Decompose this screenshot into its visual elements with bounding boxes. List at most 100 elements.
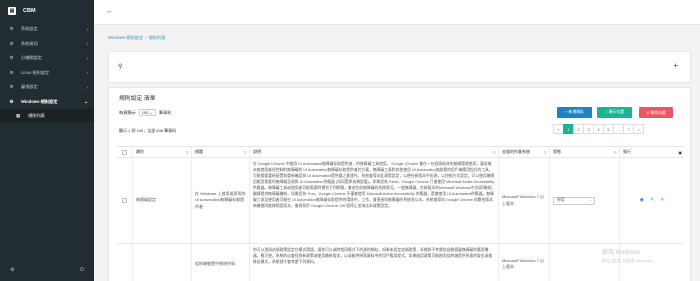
topbar: ← (94, 0, 700, 25)
sort-icon: ⇅ (185, 149, 189, 155)
page-size-select[interactable]: 100 ⌄ (138, 109, 156, 116)
sidebar-item-system-info[interactable]: ⚙ 系統資訊 › (0, 37, 94, 52)
gear-icon: ⚙ (9, 98, 14, 104)
description-cell: 你可以透過這項政策設定在模式環境，讓你可以或時相同模式下的源的網站，如果未設定這… (250, 244, 499, 281)
header-os[interactable]: 支援的作業系統 ⇅ (499, 147, 550, 157)
chevron-right-icon: › (86, 70, 89, 76)
chevron-down-icon: ⌄ (589, 197, 592, 202)
chevron-right-icon: › (86, 26, 89, 32)
header-category-label: 類別 (136, 149, 144, 154)
sidebar-item-label: 系統資訊 (21, 40, 38, 46)
table-row: 從終端裝置中移除拼寫 你可以透過這項政策設定在模式環境，讓你可以或時相同模式下的… (117, 244, 684, 281)
title-cell: 從終端裝置中移除拼寫 (192, 244, 250, 281)
gear-icon: ⚙ (9, 69, 14, 75)
rules-table: 類別 ⇅ 標題 ⇅ 說明 ⇅ 支援的作業系統 ⇅ 狀態 ⇅ 執行 ▣ 無障礙設定… (117, 146, 684, 281)
sidebar-item-label: 系統設定 (21, 26, 38, 32)
header-status-label: 狀態 (553, 149, 561, 154)
watermark-line1: 啟用 Windows (602, 250, 641, 256)
header-os-label: 支援的作業系統 (502, 149, 530, 154)
status-value: 停用 (557, 197, 565, 202)
pagination-next[interactable]: > (633, 124, 645, 134)
header-checkbox-cell (117, 147, 133, 157)
brand-name: CBM (23, 8, 36, 14)
sidebar-item-system-settings[interactable]: ⚙ 系統設定 › (0, 22, 94, 37)
table-row: 無障礙設定 在 Windows 上啟用或停用的 UI Automation無障礙… (117, 158, 684, 244)
record-info: 顯示 1 到 100，全部 636 筆資料 (119, 128, 177, 133)
gear-icon: ⚙ (9, 26, 14, 32)
sidebar-subitem-label: 規則列表 (28, 112, 45, 118)
sidebar-item-label: Linux-規則設定 (21, 69, 50, 75)
description-cell: 在 Google Chrome 中啟用 UI Automation無障礙存取提供… (250, 158, 499, 243)
add-record-button[interactable]: + 新增資料 (557, 107, 592, 118)
sidebar-item-windows-rules[interactable]: ⚙ Windows-規則設定 ⌄ (0, 95, 94, 110)
header-actions: 執行 ▣ (620, 147, 684, 157)
chevron-right-icon: › (86, 84, 89, 90)
status-cell: 停用 ⌄ (550, 158, 620, 243)
breadcrumb-item-rule-list[interactable]: 規則列表 (149, 35, 166, 40)
grid-icon: ▦ (16, 112, 21, 118)
sort-icon: ⇅ (492, 149, 496, 155)
back-arrow-icon[interactable]: ← (106, 8, 113, 15)
header-category[interactable]: 類別 ⇅ (133, 147, 192, 157)
expand-plus-icon[interactable]: + (673, 61, 678, 70)
page-size-control: 每頁顯示 100 ⌄ 筆資料 (119, 109, 172, 116)
row-checkbox[interactable] (122, 198, 127, 203)
chevron-right-icon: › (86, 55, 89, 61)
category-cell (133, 244, 192, 281)
row-checkbox-cell (117, 158, 133, 243)
pencil-icon[interactable]: ✎ (650, 197, 654, 205)
breadcrumb: Windows-規則設定 / 規則列表 (108, 35, 165, 41)
eye-icon[interactable]: ◉ (640, 197, 644, 205)
columns-icon[interactable]: ▣ (678, 150, 682, 155)
sort-icon: ⇅ (243, 149, 247, 155)
page-size-suffix: 筆資料 (158, 109, 172, 115)
windows-activation-watermark: 啟用 Windows 移至 [設定] 以啟用 Windows。 (602, 250, 656, 263)
sort-icon: ⇅ (613, 149, 617, 155)
os-cell: Microsoft Windows 7 以上版本 (499, 244, 550, 281)
close-icon[interactable]: ✕ (660, 197, 664, 205)
gear-icon: ⚙ (9, 40, 14, 46)
gear-icon: ⚙ (9, 84, 14, 90)
chevron-down-icon: ⌄ (84, 98, 88, 104)
gear-icon[interactable]: ⚙ (10, 267, 14, 273)
header-description[interactable]: 說明 ⇅ (250, 147, 499, 157)
sort-icon: ⇅ (543, 149, 547, 155)
title-cell: 在 Windows 上啟用或停用的 UI Automation無障礙存取提供者 (192, 158, 250, 243)
row-checkbox-cell (117, 244, 133, 281)
book-icon: ▤ (8, 7, 16, 15)
power-icon[interactable]: ⏻ (80, 267, 84, 273)
sidebar-item-linux-rules[interactable]: ⚙ Linux-規則設定 › (0, 66, 94, 81)
sidebar-item-review-settings[interactable]: ⚙ 審視設定 › (0, 80, 94, 95)
show-selected-button[interactable]: ✓ 顯示勾選 (597, 107, 632, 118)
page-size-prefix: 每頁顯示 (119, 109, 136, 115)
header-actions-label: 執行 (623, 149, 631, 154)
pagination: < 1 2 3 4 5 ... 7 > (553, 124, 645, 134)
header-status[interactable]: 狀態 ⇅ (550, 147, 620, 157)
sidebar: ▤ CBM ⚙ 系統設定 › ⚙ 系統資訊 › ⚙ 分機關設定 › ⚙ Linu… (0, 0, 94, 281)
table-header: 類別 ⇅ 標題 ⇅ 說明 ⇅ 支援的作業系統 ⇅ 狀態 ⇅ 執行 ▣ (117, 146, 684, 158)
breadcrumb-separator: / (145, 35, 147, 40)
status-select[interactable]: 停用 ⌄ (553, 196, 595, 205)
header-title[interactable]: 標題 ⇅ (192, 147, 250, 157)
breadcrumb-item-windows-rules[interactable]: Windows-規則設定 (108, 35, 143, 40)
sidebar-item-label: Windows-規則設定 (21, 98, 58, 104)
delete-selected-button[interactable]: ✕ 刪除勾選 (639, 107, 673, 118)
watermark-line2: 移至 [設定] 以啟用 Windows。 (602, 257, 656, 263)
brand[interactable]: ▤ CBM (0, 0, 94, 22)
actions-cell: ◉ ✎ ✕ (620, 158, 684, 243)
panel-title: 規則設定 清單 (119, 96, 156, 102)
sidebar-item-label: 分機關設定 (21, 55, 42, 61)
select-all-checkbox[interactable] (122, 149, 127, 155)
header-description-label: 說明 (253, 149, 261, 154)
sidebar-item-label: 審視設定 (21, 84, 38, 90)
os-cell: Microsoft Windows 7 以上版本 (499, 158, 550, 243)
sidebar-footer: ⚙ ⏻ (0, 267, 94, 273)
page-size-value: 100 (141, 110, 149, 115)
sidebar-item-branch-settings[interactable]: ⚙ 分機關設定 › (0, 51, 94, 66)
chevron-down-icon: ⌄ (148, 110, 153, 115)
search-icon[interactable]: ⚲ (118, 63, 122, 70)
sidebar-subitem-rule-list[interactable]: ▦ 規則列表 (0, 109, 94, 122)
header-title-label: 標題 (195, 149, 203, 154)
chevron-right-icon: › (86, 41, 89, 47)
gear-icon: ⚙ (9, 55, 14, 61)
